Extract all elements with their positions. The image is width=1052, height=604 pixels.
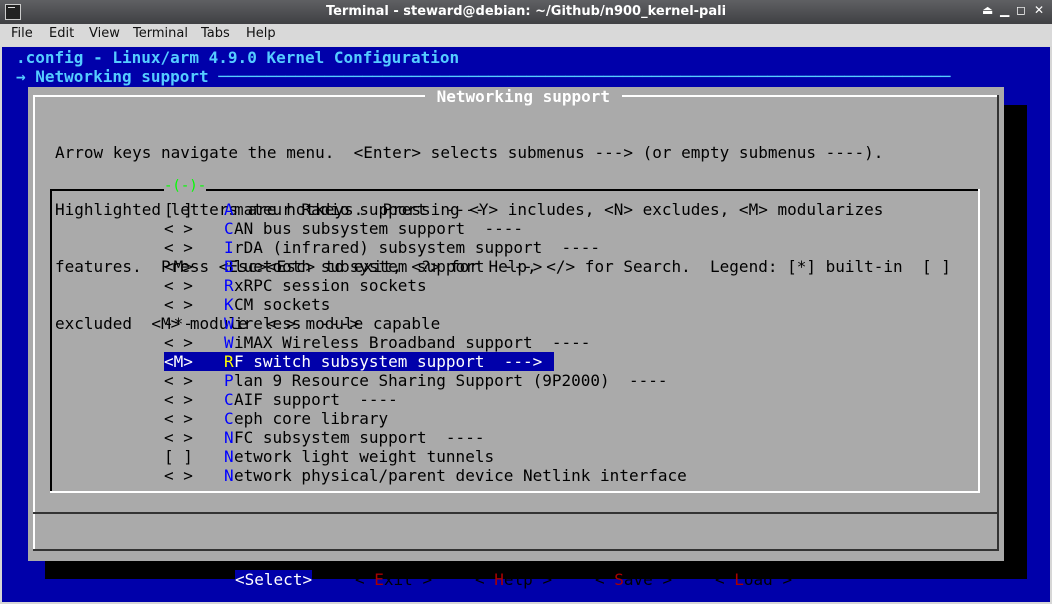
item-state: < >	[164, 219, 193, 238]
item-label: etwork physical/parent device Netlink in…	[234, 466, 687, 485]
item-state: < >	[164, 295, 193, 314]
maximize-icon[interactable]: ◻	[1016, 3, 1026, 17]
item-hotkey: W	[224, 333, 234, 352]
item-hotkey: R	[224, 276, 234, 295]
breadcrumb: → Networking support ───────────────────…	[16, 67, 951, 86]
item-hotkey: A	[224, 200, 234, 219]
item-hotkey: N	[224, 428, 234, 447]
menuconfig-dialog: Networking support Arrow keys navigate t…	[28, 87, 1004, 589]
item-hotkey: C	[224, 390, 234, 409]
menu-edit[interactable]: Edit	[49, 26, 74, 41]
item-hotkey: W	[224, 314, 234, 333]
item-label: mateur Radio support ----	[234, 200, 485, 219]
item-label: etwork light weight tunnels	[234, 447, 495, 466]
item-hotkey: P	[224, 371, 234, 390]
window-title: Terminal - steward@debian: ~/Github/n900…	[325, 4, 727, 19]
menu-file[interactable]: File	[11, 26, 33, 41]
item-label: CM sockets	[234, 295, 331, 314]
item-label: AN bus subsystem support ----	[234, 219, 523, 238]
close-icon[interactable]: ✕	[1034, 3, 1044, 17]
item-label: lan 9 Resource Sharing Support (9P2000) …	[234, 371, 668, 390]
menu-view[interactable]: View	[89, 26, 120, 41]
item-hotkey: I	[224, 238, 234, 257]
item-label: luetooth subsystem support --->	[234, 257, 543, 276]
item-label: F switch subsystem support --->	[234, 352, 543, 371]
item-state: < >	[164, 333, 193, 352]
item-state: <M>	[164, 352, 193, 371]
item-state: -*-	[164, 314, 193, 333]
help-button[interactable]: < Help >	[475, 570, 552, 589]
item-state: <M>	[164, 257, 193, 276]
item-state: < >	[164, 409, 193, 428]
item-hotkey: K	[224, 295, 234, 314]
menu-tabs[interactable]: Tabs	[201, 26, 230, 41]
item-label: rDA (infrared) subsystem support ----	[234, 238, 601, 257]
button-separator	[33, 512, 999, 514]
item-hotkey: C	[224, 219, 234, 238]
exit-button[interactable]: < Exit >	[355, 570, 432, 589]
load-button[interactable]: < Load >	[715, 570, 792, 589]
minimize-icon[interactable]: ▁	[1000, 3, 1009, 17]
menu-help[interactable]: Help	[246, 26, 276, 41]
terminal-area[interactable]: .config - Linux/arm 4.9.0 Kernel Configu…	[2, 47, 1050, 602]
terminal-window: Terminal - steward@debian: ~/Github/n900…	[0, 0, 1052, 604]
menu-list[interactable]: -(-)- [ ] Amateur Radio support ---- < > C…	[50, 177, 980, 493]
config-title: .config - Linux/arm 4.9.0 Kernel Configu…	[16, 48, 460, 67]
menu-terminal[interactable]: Terminal	[133, 26, 188, 41]
dialog-title: Networking support	[425, 87, 622, 106]
menu-bar: File Edit View Terminal Tabs Help	[0, 24, 1052, 46]
item-state: < >	[164, 428, 193, 447]
item-label: iMAX Wireless Broadband support ----	[234, 333, 591, 352]
item-state: < >	[164, 466, 193, 485]
item-hotkey: N	[224, 447, 234, 466]
save-button[interactable]: < Save >	[595, 570, 672, 589]
item-state: [ ]	[164, 200, 193, 219]
select-button[interactable]: <Select>	[235, 570, 313, 589]
item-hotkey: C	[224, 409, 234, 428]
scroll-indicator: -(-)-	[164, 177, 207, 196]
item-hotkey: B	[224, 257, 234, 276]
item-state: < >	[164, 276, 193, 295]
item-label: ireless --->	[234, 314, 360, 333]
item-label: AIF support ----	[234, 390, 398, 409]
item-hotkey: N	[224, 466, 234, 485]
item-label: eph core library	[234, 409, 389, 428]
item-state: < >	[164, 390, 193, 409]
item-label: xRPC session sockets	[234, 276, 427, 295]
item-state: < >	[164, 371, 193, 390]
item-state: < >	[164, 238, 193, 257]
shade-icon[interactable]: ⏏	[982, 3, 993, 17]
item-label: FC subsystem support ----	[234, 428, 485, 447]
item-hotkey: R	[224, 352, 234, 371]
item-state: [ ]	[164, 447, 193, 466]
title-bar[interactable]: Terminal - steward@debian: ~/Github/n900…	[0, 0, 1052, 24]
help-line: Arrow keys navigate the menu. <Enter> se…	[55, 143, 884, 162]
